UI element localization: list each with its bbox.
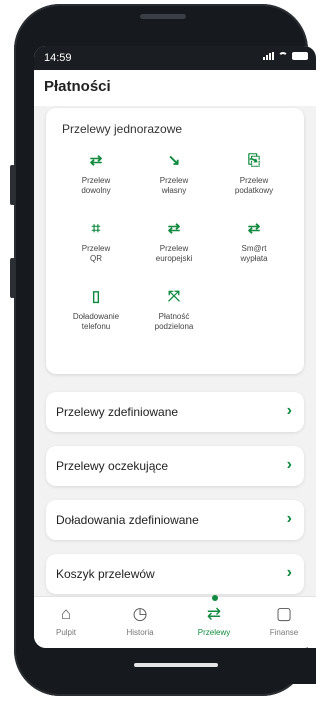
- tile-przelew-qr[interactable]: ⌗ Przelew QR: [60, 220, 132, 264]
- phone-topup-icon: ▯: [91, 288, 101, 305]
- finance-icon: ▢: [275, 604, 293, 623]
- status-icons: [263, 52, 308, 60]
- row-doladowania-zdefiniowane[interactable]: Doładowania zdefiniowane ›: [46, 500, 304, 540]
- qr-code-icon: ⌗: [91, 220, 101, 237]
- tab-label: Finanse: [269, 628, 299, 637]
- tile-label: Przelew własny: [159, 176, 189, 195]
- tab-label: Przelewy: [197, 628, 231, 637]
- tile-label: Doładowanie telefonu: [72, 312, 120, 331]
- tab-label: Pulpit: [55, 628, 76, 637]
- battery-icon: [292, 52, 308, 60]
- top-header: Płatności: [34, 70, 316, 106]
- home-indicator[interactable]: [134, 663, 218, 667]
- tile-przelew-europejski[interactable]: ⇄ Przelew europejski: [138, 220, 210, 264]
- active-tab-indicator: [212, 595, 218, 601]
- bottom-tab-bar: ⌂ Pulpit ◷ Historia ⇄ Przelewy ▢ Finanse: [34, 595, 316, 648]
- speaker-notch: [140, 14, 186, 19]
- tile-label: Sm@rt wypłata: [240, 244, 268, 263]
- transfer-arrows-icon: ⇄: [206, 604, 222, 623]
- volume-down-button: [10, 258, 15, 298]
- transfer-arrows-icon: ⇄: [167, 220, 181, 237]
- tile-label: Przelew dowolny: [81, 176, 111, 195]
- tile-label: Płatność podzielona: [154, 312, 194, 331]
- row-label: Doładowania zdefiniowane: [56, 513, 199, 527]
- tab-pulpit[interactable]: ⌂ Pulpit: [38, 604, 94, 638]
- tile-przelew-dowolny[interactable]: ⇄ Przelew dowolny: [60, 152, 132, 196]
- tile-przelew-wlasny[interactable]: ↘ Przelew własny: [138, 152, 210, 196]
- chevron-right-icon: ›: [286, 456, 292, 473]
- tile-doladowanie-telefonu[interactable]: ▯ Doładowanie telefonu: [60, 288, 132, 332]
- volume-up-button: [10, 165, 15, 205]
- transfer-arrows-icon: ⇄: [247, 220, 261, 237]
- status-bar: 14:59: [34, 46, 316, 70]
- row-label: Przelewy zdefiniowane: [56, 405, 179, 419]
- app-screen: 14:59 Płatności Przelewy jednorazowe ⇄ P…: [34, 46, 316, 648]
- chevron-right-icon: ›: [286, 564, 292, 581]
- row-przelewy-zdefiniowane[interactable]: Przelewy zdefiniowane ›: [46, 392, 304, 432]
- row-label: Przelewy oczekujące: [56, 459, 169, 473]
- tab-przelewy[interactable]: ⇄ Przelewy: [186, 595, 242, 637]
- tile-label: Przelew QR: [81, 244, 111, 263]
- tab-label: Historia: [126, 628, 154, 637]
- tile-platnosc-podzielona[interactable]: ⤧ Płatność podzielona: [138, 288, 210, 332]
- one-time-transfers-card: Przelewy jednorazowe ⇄ Przelew dowolny ↘…: [46, 108, 304, 374]
- signal-icon: [263, 52, 274, 60]
- row-przelewy-oczekujace[interactable]: Przelewy oczekujące ›: [46, 446, 304, 486]
- tile-smart-wyplata[interactable]: ⇄ Sm@rt wypłata: [218, 220, 290, 264]
- tile-przelew-podatkowy[interactable]: ⎘ Przelew podatkowy: [218, 152, 290, 196]
- tile-label: Przelew podatkowy: [234, 176, 274, 195]
- tab-historia[interactable]: ◷ Historia: [112, 604, 168, 638]
- tile-label: Przelew europejski: [155, 244, 193, 263]
- chevron-right-icon: ›: [286, 510, 292, 527]
- split-payment-icon: ⤧: [167, 288, 180, 305]
- home-icon: ⌂: [60, 604, 72, 623]
- card-title: Przelewy jednorazowe: [62, 122, 183, 136]
- arrow-down-right-icon: ↘: [167, 152, 181, 169]
- home-area: [34, 648, 316, 684]
- row-label: Koszyk przelewów: [56, 567, 155, 581]
- chevron-right-icon: ›: [286, 402, 292, 419]
- tax-document-icon: ⎘: [247, 152, 260, 169]
- tab-finanse[interactable]: ▢ Finanse: [256, 604, 312, 638]
- transfer-arrows-icon: ⇄: [89, 152, 103, 169]
- page-title: Płatności: [44, 78, 111, 95]
- row-koszyk-przelewow[interactable]: Koszyk przelewów ›: [46, 554, 304, 594]
- history-clock-icon: ◷: [132, 604, 148, 623]
- wifi-icon: [278, 52, 288, 60]
- status-time: 14:59: [44, 52, 72, 64]
